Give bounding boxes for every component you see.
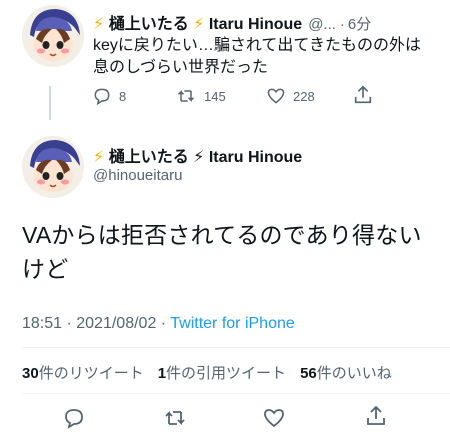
avatar-image (22, 5, 84, 67)
retweet-icon (165, 410, 185, 426)
author-handle[interactable]: @... (308, 16, 336, 33)
lightning-icon: ⚡ (193, 16, 205, 33)
reply-text-line: 息のしづらい世界だった (93, 59, 269, 76)
reply-button[interactable]: 8 (92, 86, 126, 106)
author-name-latin: Itaru Hinoue (208, 16, 303, 33)
reply-icon (65, 409, 83, 429)
quote-stat[interactable]: 1件の引用ツイート (158, 362, 286, 383)
share-icon (367, 405, 385, 425)
tweet-timestamp: 18:51 · 2021/08/02 · Twitter for iPhone (22, 315, 295, 333)
quote-stat-count: 1 (157, 365, 167, 382)
reply-header: ⚡ 樋上いたる ⚡ Itaru Hinoue @... · 6分 (93, 10, 450, 34)
retweet-count: 145 (204, 88, 226, 104)
reply-icon (94, 88, 110, 106)
share-button[interactable] (352, 84, 374, 106)
avatar-image (22, 136, 84, 198)
reply-text-line: keyに戻りたい…騙されて出てきたものの外は (93, 37, 421, 54)
like-button[interactable]: 228 (266, 86, 315, 106)
retweet-stat[interactable]: 30件のリツイート (22, 362, 144, 383)
tweet-text: VAからは拒否されてるのであり得ない けど (22, 218, 442, 286)
avatar[interactable] (22, 136, 84, 198)
tweet-text-line: けど (22, 256, 69, 282)
engagement-stats: 30件のリツイート 1件の引用ツイート 56件のいいね (22, 362, 392, 383)
quote-stat-label: 件の引用ツイート (166, 365, 287, 382)
separator-dot: · (339, 16, 345, 33)
like-stat[interactable]: 56件のいいね (300, 362, 392, 383)
author-name[interactable]: ⚡ 樋上いたる ⚡ Itaru Hinoue (93, 143, 302, 167)
reply-text: keyに戻りたい…騙されて出てきたものの外は 息のしづらい世界だった (93, 35, 443, 79)
author-handle[interactable]: @hinoueitaru (93, 167, 182, 184)
divider (22, 393, 450, 394)
like-icon (264, 409, 284, 428)
retweet-stat-label: 件のリツイート (38, 365, 144, 382)
reply-count: 8 (119, 88, 127, 104)
reply-button[interactable] (62, 406, 86, 430)
author-name-text: 樋上いたる (108, 149, 189, 166)
lightning-icon: ⚡ (93, 149, 105, 166)
source-link[interactable]: Twitter for iPhone (170, 315, 295, 332)
share-button[interactable] (364, 404, 388, 428)
retweet-icon (177, 90, 195, 102)
like-button[interactable] (262, 406, 286, 430)
like-stat-label: 件のいいね (316, 365, 392, 382)
avatar[interactable] (22, 5, 84, 67)
divider (22, 347, 450, 348)
relative-time[interactable]: 6分 (348, 13, 371, 34)
timestamp-text[interactable]: 18:51 · 2021/08/02 · (22, 315, 170, 332)
author-name[interactable]: ⚡ 樋上いたる ⚡ Itaru Hinoue (93, 10, 302, 34)
author-name-suffix: ⚡ Itaru Hinoue (193, 149, 303, 166)
like-stat-count: 56 (300, 365, 317, 382)
like-count: 228 (293, 88, 315, 104)
share-icon (354, 85, 372, 104)
tweet-text-line: VAからは拒否されてるのであり得ない (22, 222, 422, 248)
retweet-stat-count: 30 (22, 365, 39, 382)
author-name-text: 樋上いたる (108, 16, 189, 33)
retweet-button[interactable]: 145 (175, 86, 226, 106)
retweet-button[interactable] (162, 406, 188, 430)
thread-line (49, 86, 51, 120)
lightning-icon: ⚡ (93, 16, 105, 33)
like-icon (267, 88, 285, 104)
